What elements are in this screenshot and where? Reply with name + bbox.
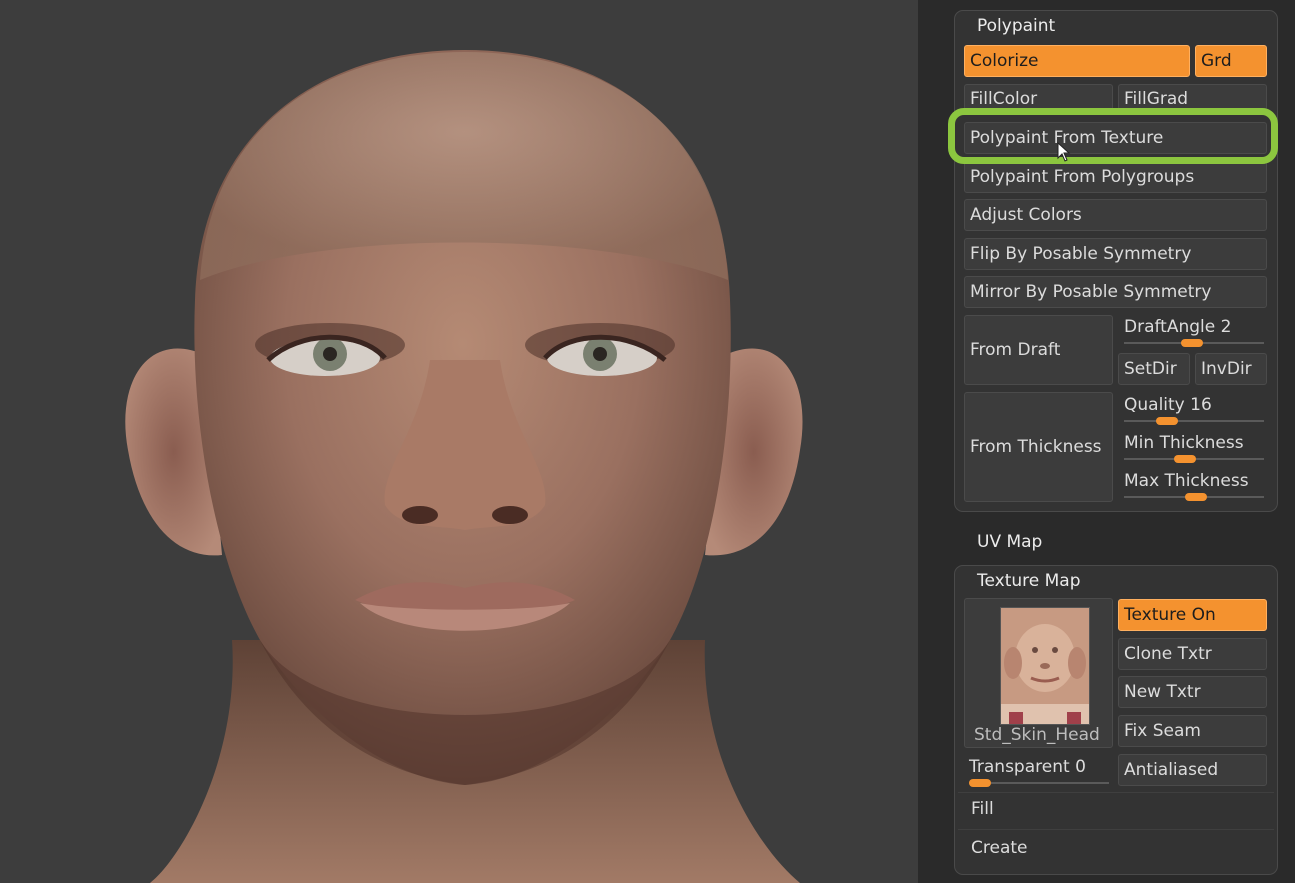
min-thickness-slider[interactable]: Min Thickness: [1124, 433, 1244, 453]
from-draft-button[interactable]: From Draft: [964, 315, 1113, 385]
flip-by-posable-symmetry-button[interactable]: Flip By Posable Symmetry: [964, 238, 1267, 270]
transparent-slider[interactable]: Transparent 0: [969, 757, 1086, 777]
uv-map-title[interactable]: UV Map: [977, 532, 1042, 552]
max-thickness-slider[interactable]: Max Thickness: [1124, 471, 1249, 491]
mouse-cursor-icon: [1057, 142, 1071, 162]
texture-name-label: Std_Skin_Head: [974, 725, 1100, 745]
transparent-value: 0: [1075, 757, 1086, 777]
draft-angle-slider[interactable]: DraftAngle 2: [1124, 317, 1231, 337]
quality-knob[interactable]: [1156, 417, 1178, 425]
quality-slider[interactable]: Quality 16: [1124, 395, 1212, 415]
head-model: [125, 50, 803, 883]
min-thickness-track[interactable]: [1124, 455, 1264, 463]
quality-track[interactable]: [1124, 417, 1264, 425]
colorize-button[interactable]: Colorize: [964, 45, 1190, 77]
grd-button[interactable]: Grd: [1195, 45, 1267, 77]
fill-grad-button[interactable]: FillGrad: [1118, 84, 1267, 110]
inv-dir-button[interactable]: InvDir: [1195, 353, 1267, 385]
transparent-label: Transparent: [969, 757, 1070, 777]
from-thickness-button[interactable]: From Thickness: [964, 392, 1113, 502]
quality-value: 16: [1190, 395, 1212, 415]
set-dir-button[interactable]: SetDir: [1118, 353, 1190, 385]
texture-thumbnail: [1000, 607, 1090, 725]
min-thickness-knob[interactable]: [1174, 455, 1196, 463]
fill-color-button[interactable]: FillColor: [964, 84, 1113, 110]
fill-button[interactable]: Fill: [971, 799, 994, 819]
max-thickness-track[interactable]: [1124, 493, 1264, 501]
antialiased-button[interactable]: Antialiased: [1118, 754, 1267, 786]
viewport-canvas[interactable]: [0, 0, 918, 883]
tutorial-highlight-ring: [948, 108, 1278, 164]
draft-angle-track[interactable]: [1124, 339, 1264, 347]
fix-seam-button[interactable]: Fix Seam: [1118, 715, 1267, 747]
texture-on-button[interactable]: Texture On: [1118, 599, 1267, 631]
adjust-colors-button[interactable]: Adjust Colors: [964, 199, 1267, 231]
polypaint-title[interactable]: Polypaint: [977, 16, 1055, 36]
new-txtr-button[interactable]: New Txtr: [1118, 676, 1267, 708]
draft-angle-knob[interactable]: [1181, 339, 1203, 347]
divider: [958, 829, 1274, 830]
create-button[interactable]: Create: [971, 838, 1028, 858]
transparent-knob[interactable]: [969, 779, 991, 787]
quality-label: Quality: [1124, 395, 1185, 415]
max-thickness-knob[interactable]: [1185, 493, 1207, 501]
transparent-track[interactable]: [969, 779, 1109, 787]
clone-txtr-button[interactable]: Clone Txtr: [1118, 638, 1267, 670]
draft-angle-label: DraftAngle: [1124, 317, 1216, 337]
divider: [958, 792, 1274, 793]
mirror-by-posable-symmetry-button[interactable]: Mirror By Posable Symmetry: [964, 276, 1267, 308]
texture-map-title[interactable]: Texture Map: [977, 571, 1081, 591]
polypaint-from-polygroups-button[interactable]: Polypaint From Polygroups: [964, 161, 1267, 193]
draft-angle-value: 2: [1220, 317, 1232, 337]
